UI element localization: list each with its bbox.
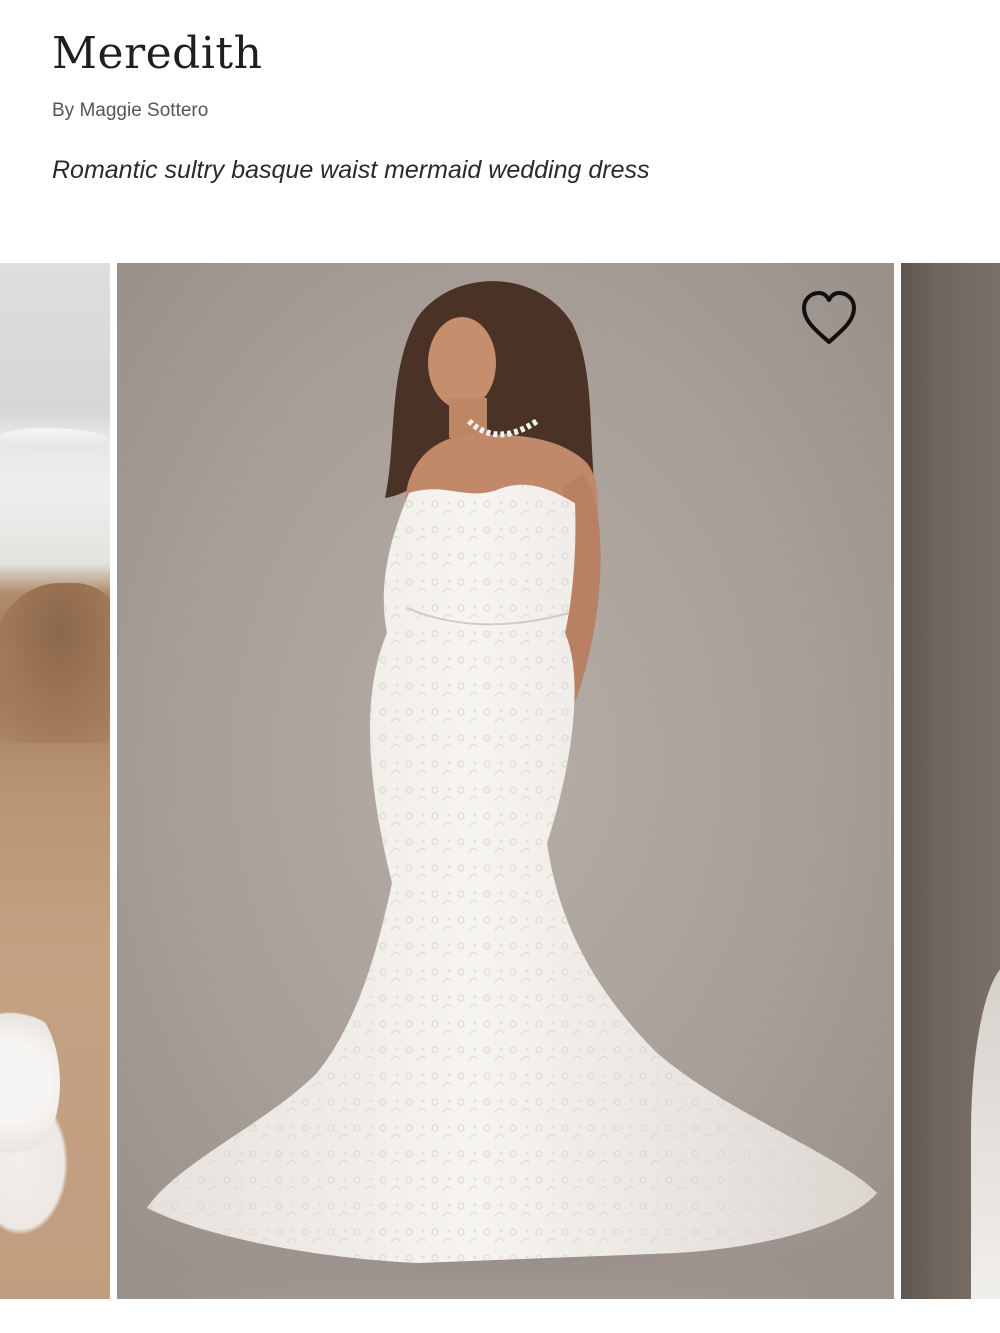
carousel-slide-current[interactable]	[117, 263, 894, 1299]
dress-detail	[971, 963, 1000, 1299]
designer-name[interactable]: By Maggie Sottero	[52, 100, 208, 122]
gown-photo	[127, 281, 887, 1299]
product-title: Meredith	[52, 28, 263, 79]
carousel-slide-previous[interactable]	[0, 263, 110, 1299]
heart-outline-icon	[802, 291, 856, 344]
sand-dune	[0, 583, 110, 743]
image-carousel[interactable]	[0, 263, 1000, 1299]
favorite-button[interactable]	[800, 290, 858, 346]
ocean-wave	[0, 428, 110, 450]
product-tagline: Romantic sultry basque waist mermaid wed…	[52, 156, 650, 184]
carousel-slide-next[interactable]	[901, 263, 1000, 1299]
dress-train-detail	[0, 998, 60, 1168]
